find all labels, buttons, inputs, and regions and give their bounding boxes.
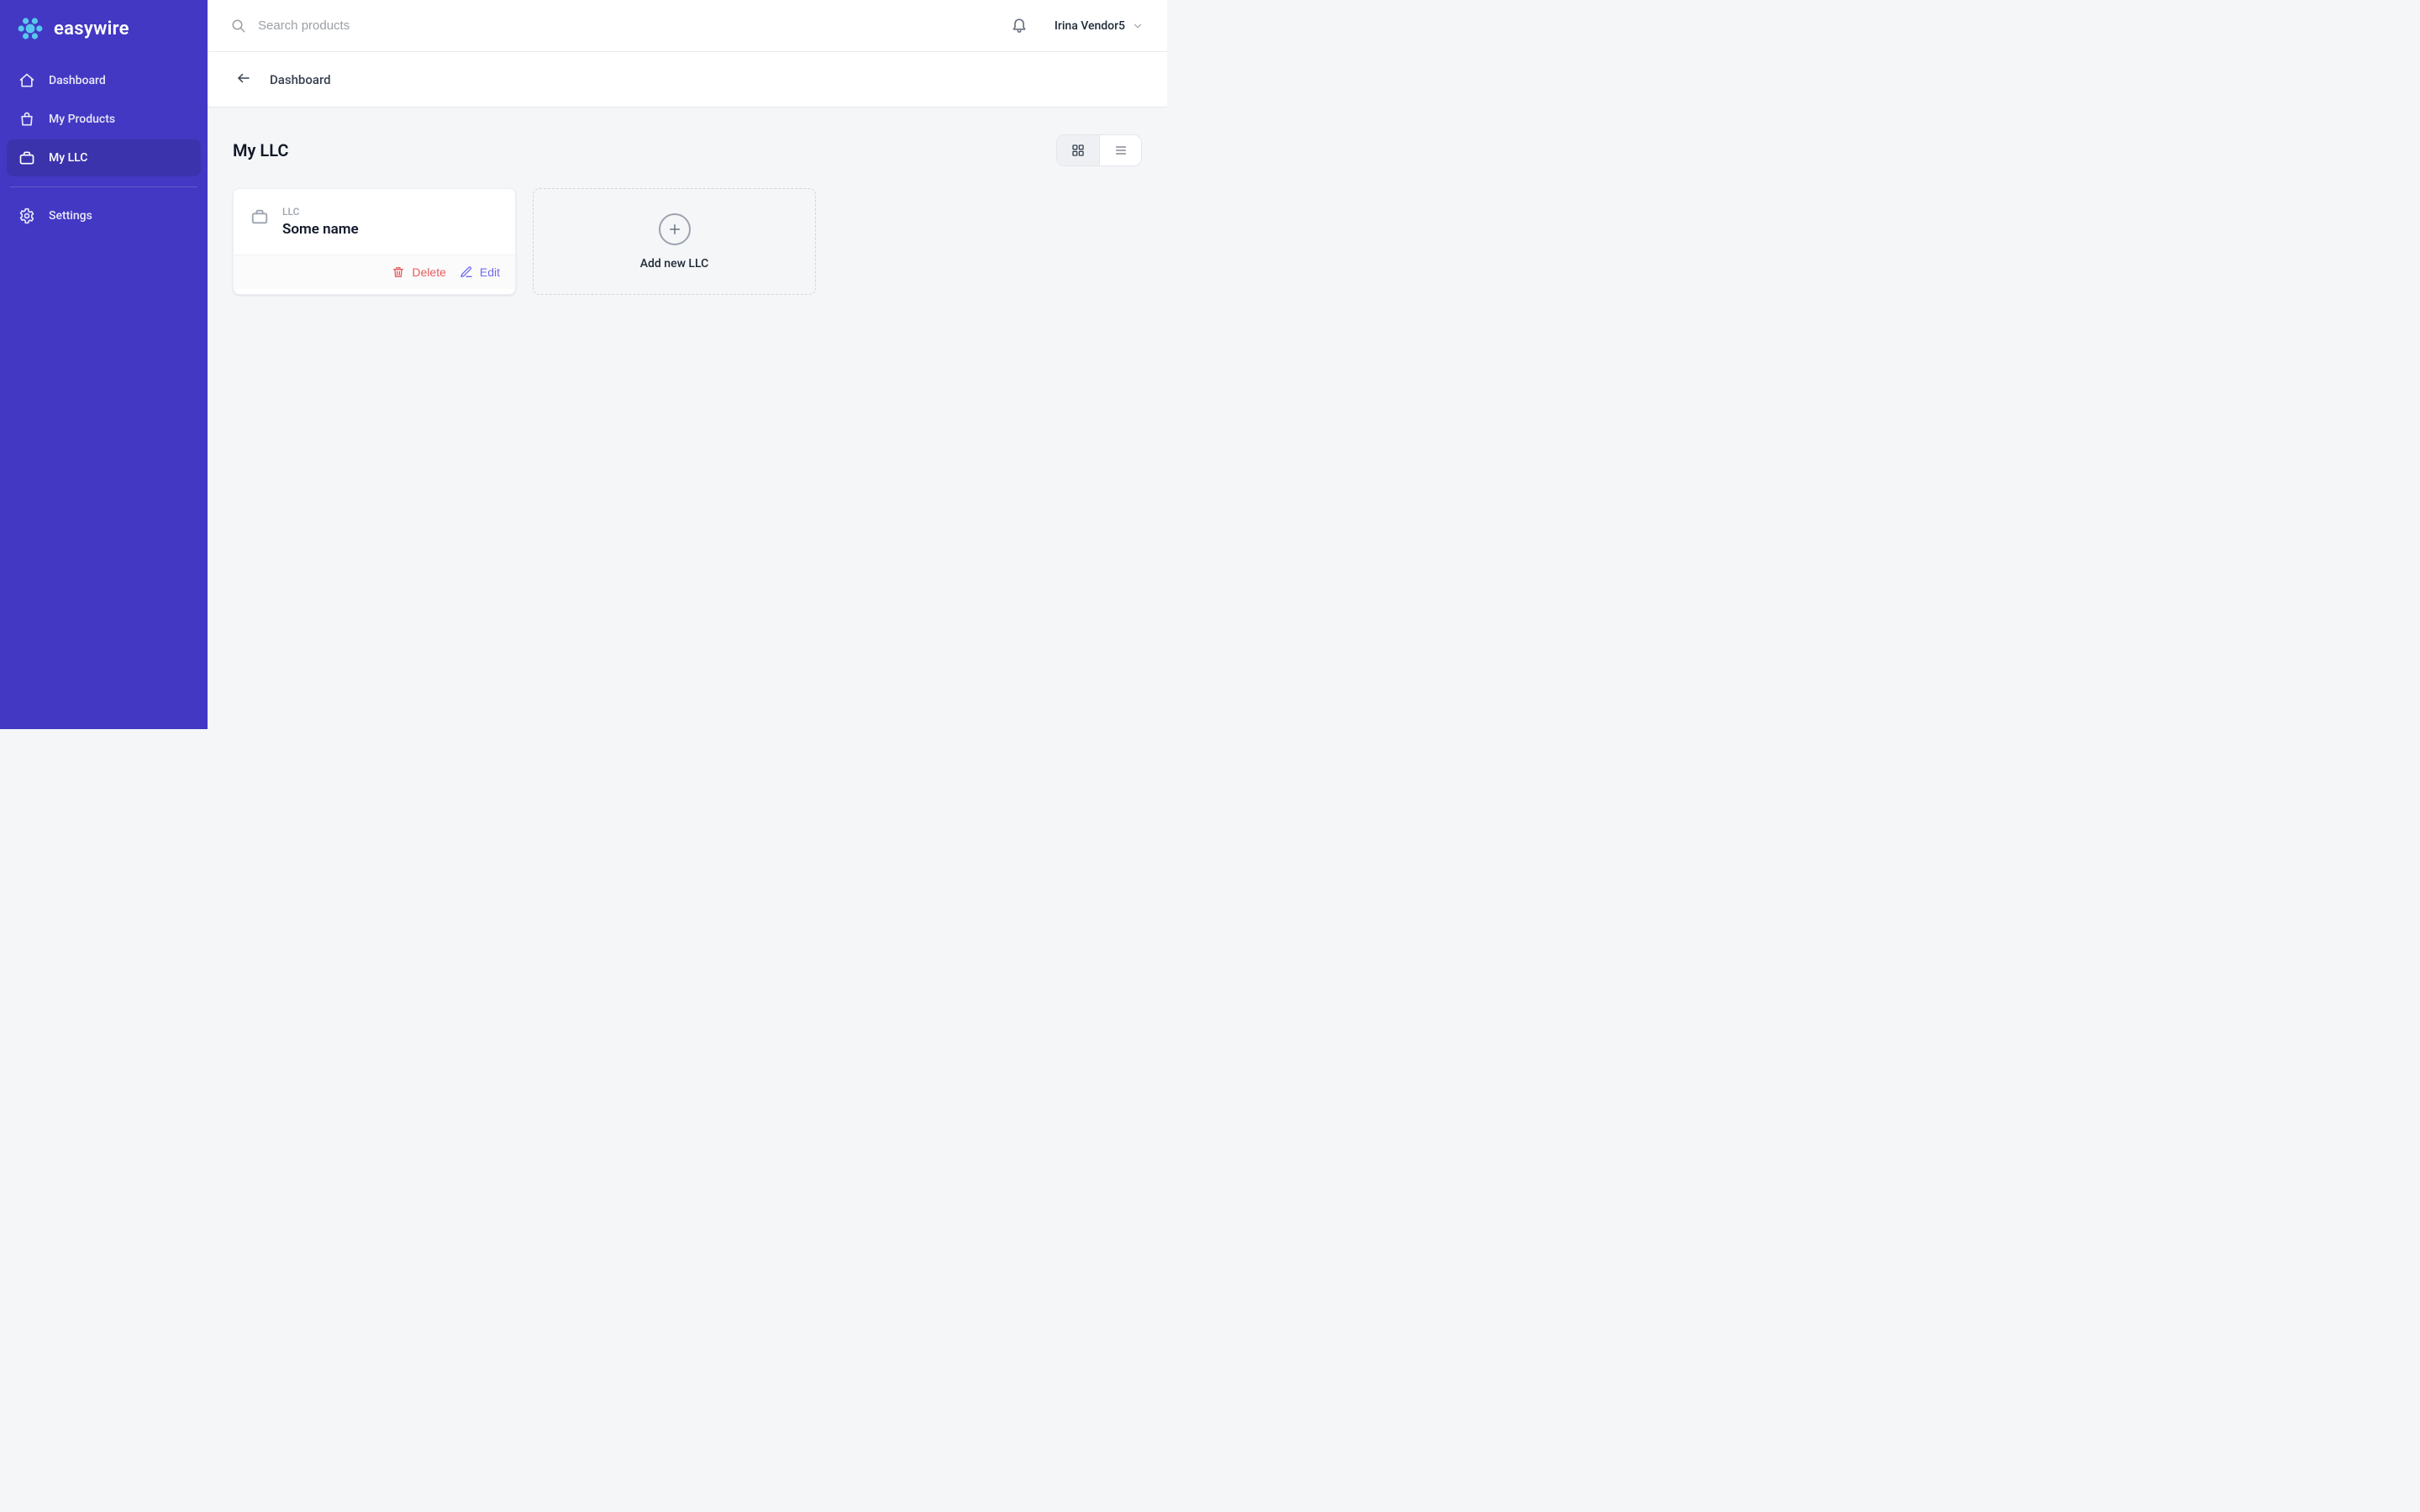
add-circle xyxy=(659,213,691,245)
sidebar-item-my-products[interactable]: My Products xyxy=(7,101,201,138)
delete-button[interactable]: Delete xyxy=(392,265,445,279)
topbar: Irina Vendor5 xyxy=(208,0,1167,52)
sidebar-item-label: My LLC xyxy=(49,151,87,165)
page-title: My LLC xyxy=(233,140,288,160)
breadcrumb-bar: Dashboard xyxy=(208,52,1167,108)
edit-label: Edit xyxy=(480,265,500,279)
view-grid-button[interactable] xyxy=(1057,135,1099,165)
llc-cards: LLC Some name Delete xyxy=(233,188,1142,295)
briefcase-icon xyxy=(250,207,269,226)
logo[interactable]: easywire xyxy=(7,13,201,62)
delete-label: Delete xyxy=(412,265,445,279)
sidebar-item-label: My Products xyxy=(49,113,115,126)
home-icon xyxy=(18,72,35,89)
arrow-left-icon xyxy=(236,71,251,86)
sidebar-item-settings[interactable]: Settings xyxy=(7,197,201,234)
search-icon xyxy=(231,18,246,34)
user-name: Irina Vendor5 xyxy=(1055,19,1125,33)
topbar-right: Irina Vendor5 xyxy=(1007,13,1144,39)
list-icon xyxy=(1114,144,1128,157)
search xyxy=(231,18,560,34)
add-llc-card[interactable]: Add new LLC xyxy=(533,188,816,295)
bag-icon xyxy=(18,111,35,128)
llc-card-body: LLC Some name xyxy=(234,189,515,255)
sidebar: easywire Dashboard My Products My LLC xyxy=(0,0,208,729)
chevron-down-icon xyxy=(1132,20,1144,32)
sidebar-nav: Dashboard My Products My LLC Settings xyxy=(7,62,201,234)
edit-icon xyxy=(460,265,473,279)
page-header: My LLC xyxy=(233,134,1142,166)
search-input[interactable] xyxy=(258,18,560,33)
sidebar-item-my-llc[interactable]: My LLC xyxy=(7,139,201,176)
notifications-button[interactable] xyxy=(1007,13,1031,39)
sidebar-divider xyxy=(10,186,197,187)
logo-text: easywire xyxy=(54,18,129,39)
llc-type-label: LLC xyxy=(282,206,359,218)
grid-icon xyxy=(1071,144,1085,157)
main-area: Irina Vendor5 Dashboard My LLC xyxy=(208,0,1167,729)
bell-icon xyxy=(1011,16,1028,33)
llc-name: Some name xyxy=(282,221,359,238)
gear-icon xyxy=(18,207,35,224)
logo-icon xyxy=(15,13,45,44)
trash-icon xyxy=(392,265,405,279)
edit-button[interactable]: Edit xyxy=(460,265,500,279)
sidebar-item-label: Settings xyxy=(49,209,92,223)
content: My LLC xyxy=(208,108,1167,729)
user-menu[interactable]: Irina Vendor5 xyxy=(1055,19,1144,33)
back-button[interactable] xyxy=(231,66,256,93)
briefcase-icon xyxy=(18,150,35,166)
sidebar-item-dashboard[interactable]: Dashboard xyxy=(7,62,201,99)
sidebar-item-label: Dashboard xyxy=(49,74,106,87)
llc-card-text: LLC Some name xyxy=(282,206,359,238)
view-list-button[interactable] xyxy=(1099,135,1141,165)
add-llc-label: Add new LLC xyxy=(640,257,709,270)
breadcrumb[interactable]: Dashboard xyxy=(270,72,331,87)
llc-card-actions: Delete Edit xyxy=(234,255,515,289)
plus-icon xyxy=(667,222,682,237)
view-toggle xyxy=(1056,134,1142,166)
llc-card: LLC Some name Delete xyxy=(233,188,516,295)
